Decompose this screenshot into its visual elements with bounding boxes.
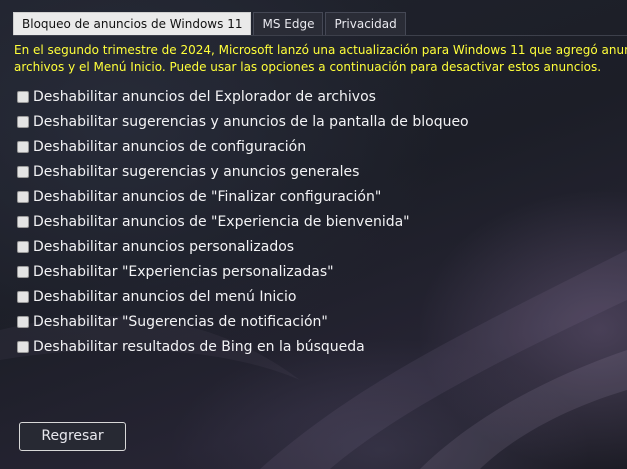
option-label: Deshabilitar anuncios personalizados — [33, 238, 295, 255]
option-lockscreen-ads[interactable]: Deshabilitar sugerencias y anuncios de l… — [17, 109, 469, 134]
option-tailored-experiences[interactable]: Deshabilitar "Experiencias personalizada… — [17, 259, 469, 284]
info-notice: En el segundo trimestre de 2024, Microso… — [14, 42, 627, 76]
notice-line-1: En el segundo trimestre de 2024, Microso… — [14, 43, 627, 57]
option-finish-setup-ads[interactable]: Deshabilitar anuncios de "Finalizar conf… — [17, 184, 469, 209]
option-label: Deshabilitar anuncios de configuración — [33, 138, 307, 155]
back-button[interactable]: Regresar — [19, 422, 126, 451]
tab-windows11-adblock[interactable]: Bloqueo de anuncios de Windows 11 — [13, 12, 252, 35]
option-label: Deshabilitar "Experiencias personalizada… — [33, 263, 334, 280]
option-label: Deshabilitar anuncios del Explorador de … — [33, 88, 376, 105]
option-label: Deshabilitar anuncios del menú Inicio — [33, 288, 297, 305]
tab-ms-edge[interactable]: MS Edge — [253, 12, 324, 35]
checkbox[interactable] — [17, 90, 29, 103]
option-explorer-ads[interactable]: Deshabilitar anuncios del Explorador de … — [17, 84, 469, 109]
checkbox[interactable] — [17, 215, 29, 228]
option-general-ads[interactable]: Deshabilitar sugerencias y anuncios gene… — [17, 159, 469, 184]
checkbox[interactable] — [17, 265, 29, 278]
option-label: Deshabilitar sugerencias y anuncios gene… — [33, 163, 360, 180]
options-list: Deshabilitar anuncios del Explorador de … — [17, 84, 469, 359]
tab-privacy[interactable]: Privacidad — [325, 12, 406, 35]
checkbox[interactable] — [17, 115, 29, 128]
option-settings-ads[interactable]: Deshabilitar anuncios de configuración — [17, 134, 469, 159]
checkbox[interactable] — [17, 140, 29, 153]
checkbox[interactable] — [17, 165, 29, 178]
tab-bar: Bloqueo de anuncios de Windows 11 MS Edg… — [13, 12, 406, 35]
option-label: Deshabilitar "Sugerencias de notificació… — [33, 313, 328, 330]
option-label: Deshabilitar resultados de Bing en la bú… — [33, 338, 365, 355]
option-personalized-ads[interactable]: Deshabilitar anuncios personalizados — [17, 234, 469, 259]
checkbox[interactable] — [17, 315, 29, 328]
option-label: Deshabilitar sugerencias y anuncios de l… — [33, 113, 469, 130]
option-label: Deshabilitar anuncios de "Experiencia de… — [33, 213, 410, 230]
checkbox[interactable] — [17, 340, 29, 353]
checkbox[interactable] — [17, 290, 29, 303]
option-label: Deshabilitar anuncios de "Finalizar conf… — [33, 188, 382, 205]
tab-divider — [13, 35, 627, 36]
option-welcome-experience-ads[interactable]: Deshabilitar anuncios de "Experiencia de… — [17, 209, 469, 234]
option-notification-suggestions[interactable]: Deshabilitar "Sugerencias de notificació… — [17, 309, 469, 334]
option-start-menu-ads[interactable]: Deshabilitar anuncios del menú Inicio — [17, 284, 469, 309]
checkbox[interactable] — [17, 240, 29, 253]
checkbox[interactable] — [17, 190, 29, 203]
option-bing-search[interactable]: Deshabilitar resultados de Bing en la bú… — [17, 334, 469, 359]
notice-line-2: archivos y el Menú Inicio. Puede usar la… — [14, 60, 602, 74]
